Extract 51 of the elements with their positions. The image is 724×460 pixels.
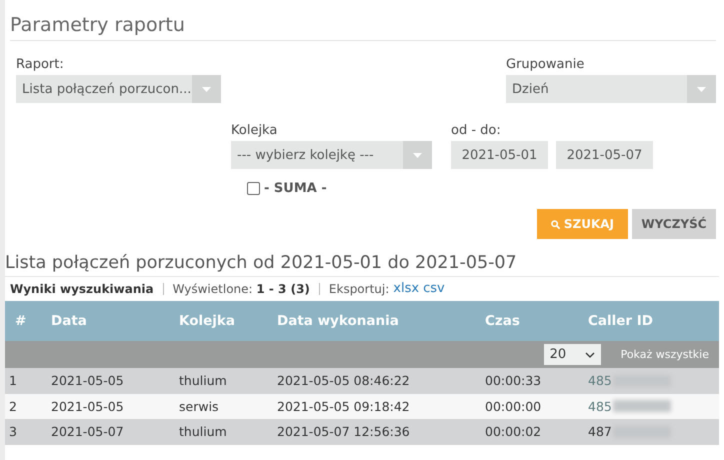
table-cell: 2021-05-05: [51, 373, 124, 388]
column-header: Kolejka: [179, 313, 235, 329]
caret-icon: [413, 152, 422, 158]
redaction-blur: [612, 400, 671, 412]
checkbox-label: - SUMA -: [264, 181, 327, 196]
field-label: Raport:: [16, 57, 64, 72]
caret-icon: [202, 86, 211, 92]
table-cell: 00:00:00: [485, 398, 542, 414]
column-header: Caller ID: [588, 313, 654, 329]
table-cell: 2021-05-07 12:56:36: [277, 424, 410, 440]
report-dropdown[interactable]: Lista połączeń porzucon...: [16, 75, 221, 103]
displayed-count: Wyświetlone: 1 - 3 (3): [172, 282, 310, 296]
page-size-dropdown[interactable]: 20: [544, 344, 601, 365]
results-title: Lista połączeń porzuconych od 2021-05-01 do 2021-05-07: [5, 253, 517, 273]
table-cell: thulium: [179, 424, 227, 440]
grouping-dropdown[interactable]: Dzień: [506, 75, 716, 103]
table-cell: 2021-05-05 08:46:22: [277, 373, 410, 388]
search-icon: [551, 218, 560, 230]
date-from-field[interactable]: 2021-05-01: [451, 141, 548, 169]
results-heading: Wyniki wyszukiwania: [10, 282, 154, 296]
table-cell: 2021-05-05 09:18:42: [277, 398, 410, 414]
column-header: #: [15, 313, 26, 329]
field-label: Kolejka: [231, 123, 278, 138]
queue-dropdown[interactable]: --- wybierz kolejkę ---: [231, 141, 432, 169]
field-label: od - do:: [451, 123, 501, 138]
section-title: Parametry raportu: [10, 14, 185, 36]
chevron-icon: [584, 352, 595, 358]
table-cell: 00:00:33: [485, 373, 542, 388]
table-cell: 2021-05-05: [51, 398, 124, 414]
table-cell: 2021-05-07: [51, 424, 124, 440]
table-cell: thulium: [179, 373, 227, 388]
caller-id[interactable]: 485: [588, 398, 612, 414]
caret-icon: [697, 86, 706, 92]
table-cell: 3: [9, 424, 17, 440]
caller-id: 487: [588, 424, 612, 440]
column-header: Czas: [485, 313, 520, 329]
export-label: Eksportuj:: [328, 282, 390, 296]
caller-id[interactable]: 485: [588, 373, 612, 388]
clear-button[interactable]: WYCZYŚĆ: [632, 209, 716, 239]
table-cell: 1: [9, 373, 17, 388]
field-label: Grupowanie: [506, 57, 584, 72]
sum-checkbox[interactable]: [247, 182, 260, 195]
column-header: Data: [51, 313, 87, 329]
export-link[interactable]: csv: [423, 281, 445, 296]
table-cell: 00:00:02: [485, 424, 542, 440]
show-all-link[interactable]: Pokaż wszystkie: [620, 348, 709, 361]
column-header: Data wykonania: [277, 313, 399, 329]
table-cell: 2: [9, 398, 17, 414]
date-to-field[interactable]: 2021-05-07: [556, 141, 653, 169]
export-link[interactable]: xlsx: [393, 281, 420, 296]
table-cell: serwis: [179, 398, 219, 414]
